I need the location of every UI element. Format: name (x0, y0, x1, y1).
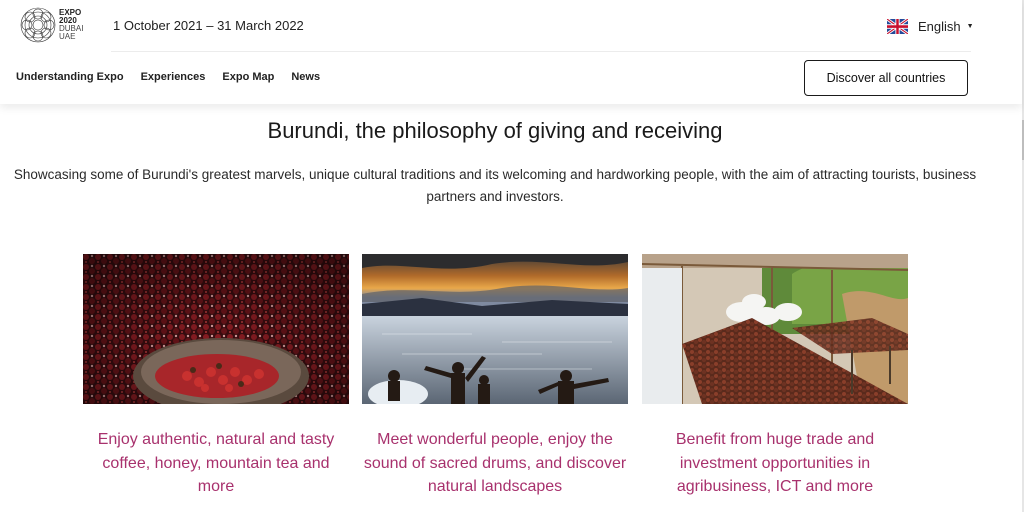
language-label: English (918, 18, 961, 34)
coffee-cherries-bowl-image (83, 254, 349, 404)
coffee-drying-beds-image (642, 254, 908, 404)
main-nav: Understanding Expo Experiences Expo Map … (16, 71, 320, 83)
card-people-text: Meet wonderful people, enjoy the sound o… (363, 431, 627, 495)
language-selector[interactable]: English ▼ (887, 17, 974, 35)
page-title: Burundi, the philosophy of giving and re… (267, 118, 723, 143)
uk-flag-icon (887, 18, 908, 34)
site-header: EXPO 2020 DUBAI UAE 1 October 2021 – 31 … (0, 0, 1022, 104)
card-coffee-text: Enjoy authentic, natural and tasty coffe… (97, 431, 335, 495)
expo-rings-icon (20, 7, 56, 43)
caret-down-icon: ▼ (966, 22, 974, 30)
nav-item-expo-map[interactable]: Expo Map (222, 71, 274, 83)
nav-item-experiences[interactable]: Experiences (141, 71, 206, 83)
logo-wordmark: EXPO 2020 DUBAI UAE (59, 9, 83, 41)
logo-line-country: UAE (59, 32, 76, 41)
discover-all-countries-button[interactable]: Discover all countries (804, 60, 968, 96)
expo-dates: 1 October 2021 – 31 March 2022 (113, 18, 304, 33)
nav-item-news[interactable]: News (291, 71, 320, 83)
lake-sunset-children-image (362, 254, 628, 404)
expo-logo[interactable]: EXPO 2020 DUBAI UAE (19, 6, 89, 44)
card-investment-text: Benefit from huge trade and investment o… (675, 431, 875, 495)
nav-item-understanding-expo[interactable]: Understanding Expo (16, 71, 124, 83)
page-subtitle: Showcasing some of Burundi's greatest ma… (13, 167, 977, 204)
header-divider (111, 51, 971, 52)
